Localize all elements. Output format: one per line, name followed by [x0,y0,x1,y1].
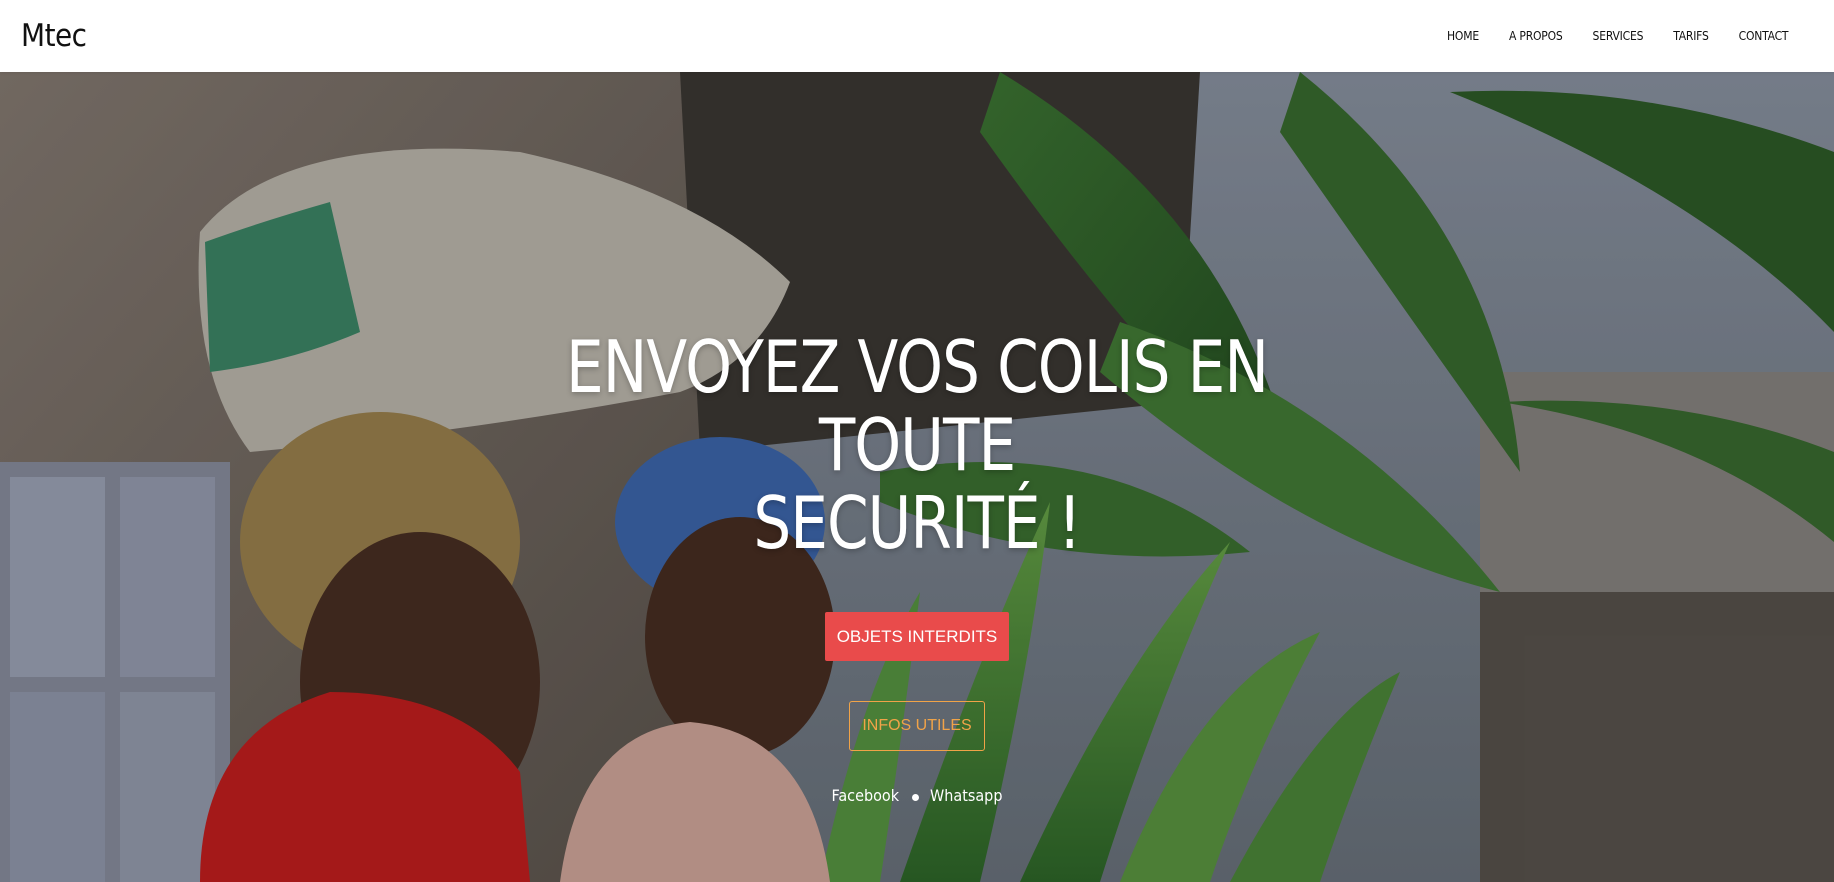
infos-utiles-button[interactable]: INFOS UTILES [849,701,985,751]
nav-link-contact[interactable]: CONTACT [1739,29,1789,43]
nav-link-tarifs[interactable]: TARIFS [1673,29,1709,43]
nav-link-a-propos[interactable]: A PROPOS [1509,29,1563,43]
nav-link-services[interactable]: SERVICES [1593,29,1644,43]
nav-menu: HOME A PROPOS SERVICES TARIFS CONTACT [1447,0,1818,72]
separator-dot-icon [912,793,920,801]
hero-title-line-2: SECURITÉ ! [753,481,1081,565]
brand-logo[interactable]: Mtec [21,18,87,54]
navbar: Mtec HOME A PROPOS SERVICES TARIFS CONTA… [0,0,1834,72]
hero-title: ENVOYEZ VOS COLIS EN TOUTE SECURITÉ ! [540,328,1294,562]
hero-content: ENVOYEZ VOS COLIS EN TOUTE SECURITÉ ! OB… [0,72,1834,882]
hero-section: ENVOYEZ VOS COLIS EN TOUTE SECURITÉ ! OB… [0,72,1834,882]
hero-title-line-1: ENVOYEZ VOS COLIS EN TOUTE [566,325,1269,487]
nav-link-home[interactable]: HOME [1447,29,1479,43]
facebook-link[interactable]: Facebook [832,786,900,805]
objets-interdits-button[interactable]: OBJETS INTERDITS [824,612,1010,661]
whatsapp-link[interactable]: Whatsapp [930,786,1002,805]
social-links: Facebook Whatsapp [832,786,1003,805]
